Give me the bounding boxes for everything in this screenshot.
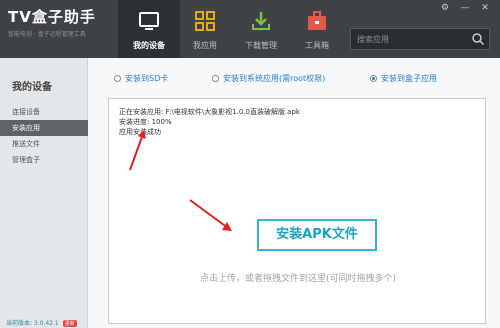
radio-button[interactable] bbox=[114, 75, 121, 82]
search-input[interactable] bbox=[351, 29, 469, 49]
drop-hint: 点击上传，或者拖拽文件到这里(可同时拖拽多个) bbox=[199, 274, 397, 284]
sidebar-item-manage-box[interactable]: 管理盒子 bbox=[0, 152, 88, 168]
tab-download-manager[interactable]: 下载管理 bbox=[230, 0, 292, 58]
radio-label-sd-card: 安装到SD卡 bbox=[125, 74, 169, 83]
install-log-status: 应用安装成功 bbox=[119, 128, 161, 136]
radio-button[interactable] bbox=[212, 75, 219, 82]
search-icon[interactable] bbox=[471, 32, 485, 46]
tab-my-apps-label: 我应用 bbox=[193, 41, 217, 50]
tab-my-devices-label: 我的设备 bbox=[133, 41, 165, 50]
update-badge[interactable]: 更新 bbox=[62, 320, 77, 327]
sidebar-item-connect-device[interactable]: 连接设备 bbox=[0, 104, 88, 120]
tab-toolbox-label: 工具箱 bbox=[305, 41, 329, 50]
radio-install-sd-card[interactable]: 安装到SD卡 bbox=[114, 73, 168, 85]
radio-label-box-app: 安装到盒子应用 bbox=[381, 74, 437, 83]
tab-toolbox[interactable]: 工具箱 bbox=[286, 0, 348, 58]
install-log-progress: 安装进度: 100% bbox=[119, 118, 172, 126]
sidebar: 我的设备 连接设备 安装应用 推送文件 管理盒子 当前版本: 3.0.42.1 更… bbox=[0, 58, 88, 328]
download-icon bbox=[252, 12, 270, 30]
toolbox-icon bbox=[308, 11, 326, 30]
radio-install-box-app[interactable]: 安装到盒子应用 bbox=[370, 73, 437, 85]
install-log-path: 正在安装应用: F:\电视软件\大象影视1.0.0直装破解版.apk bbox=[119, 108, 300, 116]
search-box bbox=[350, 28, 490, 50]
apps-grid-icon bbox=[195, 11, 215, 31]
top-bar: TV盒子助手 智能电视 · 盒子远程管理工具 我的设备 我应用 下载管理 工具箱… bbox=[0, 0, 500, 58]
radio-button-selected[interactable] bbox=[370, 75, 377, 82]
sidebar-title: 我的设备 bbox=[12, 82, 52, 93]
settings-icon[interactable]: ⚙ bbox=[438, 2, 452, 14]
install-apk-button[interactable]: 安装APK文件 bbox=[257, 219, 377, 251]
version-info: 当前版本: 3.0.42.1 更新 bbox=[6, 318, 77, 327]
app-subtitle: 智能电视 · 盒子远程管理工具 bbox=[8, 31, 86, 38]
tab-my-apps[interactable]: 我应用 bbox=[174, 0, 236, 58]
main-panel: 安装到SD卡 安装到系统应用(需root权限) 安装到盒子应用 正在安装应用: … bbox=[88, 58, 500, 328]
minimize-button[interactable]: — bbox=[458, 2, 472, 14]
version-text: 当前版本: 3.0.42.1 bbox=[6, 320, 59, 327]
install-drop-area[interactable]: 正在安装应用: F:\电视软件\大象影视1.0.0直装破解版.apk 安装进度:… bbox=[108, 98, 486, 324]
app-title: TV盒子助手 bbox=[8, 8, 96, 26]
close-button[interactable]: ✕ bbox=[478, 2, 492, 14]
radio-install-system-app[interactable]: 安装到系统应用(需root权限) bbox=[212, 73, 325, 85]
tab-my-devices[interactable]: 我的设备 bbox=[118, 0, 180, 58]
tab-download-manager-label: 下载管理 bbox=[245, 41, 277, 50]
radio-label-system-app: 安装到系统应用(需root权限) bbox=[223, 74, 326, 83]
monitor-icon bbox=[139, 12, 159, 30]
sidebar-item-push-file[interactable]: 推送文件 bbox=[0, 136, 88, 152]
sidebar-item-install-app[interactable]: 安装应用 bbox=[0, 120, 88, 136]
